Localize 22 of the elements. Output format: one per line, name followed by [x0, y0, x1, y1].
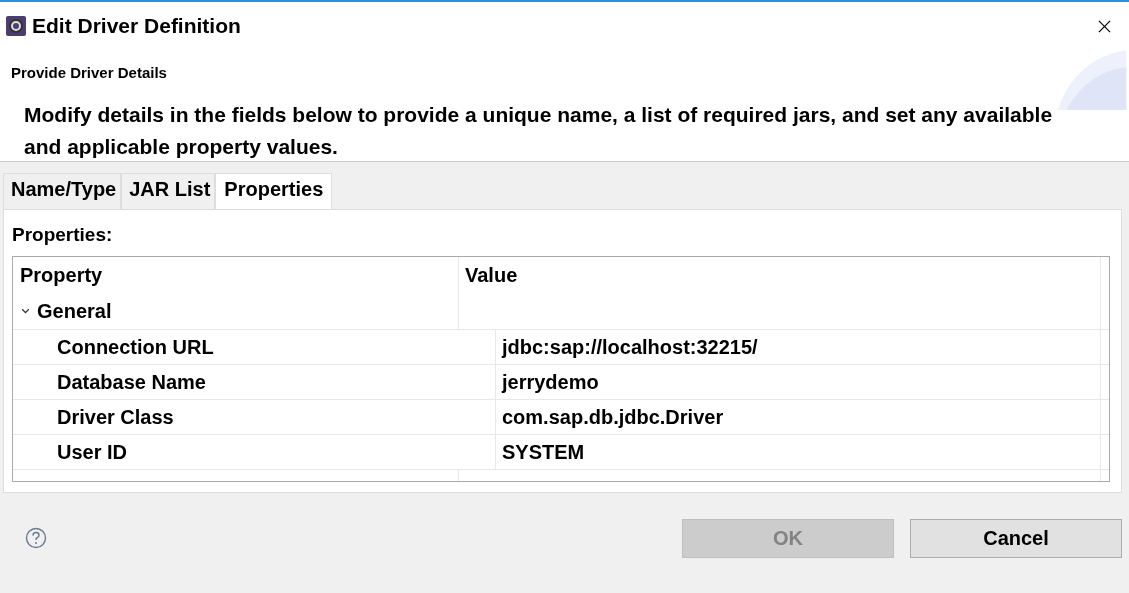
tab[interactable]: Name/Type	[3, 173, 122, 209]
page-description: Modify details in the fields below to provide a unique name, a list of required jars, and set any available and applicable property values.	[24, 102, 1054, 160]
property-name: Database Name	[57, 370, 206, 394]
window-title: Edit Driver Definition	[32, 14, 242, 38]
group-name[interactable]: General	[37, 299, 112, 323]
column-header: Property	[13, 257, 459, 293]
property-value: com.sap.db.jdbc.Driver	[502, 405, 724, 429]
cancel-button[interactable]: Cancel	[910, 518, 1122, 558]
property-value: SYSTEM	[502, 440, 585, 464]
page-title: Provide Driver Details	[11, 64, 168, 81]
close-icon[interactable]	[1098, 19, 1111, 33]
property-name: Driver Class	[57, 405, 174, 429]
property-value: jerrydemo	[502, 370, 599, 394]
column-header: Value	[459, 257, 1101, 293]
properties-label: Properties:	[12, 224, 114, 247]
app-icon	[6, 16, 26, 36]
property-value: jdbc:sap://localhost:32215/	[502, 335, 758, 359]
tab[interactable]: JAR List	[121, 173, 216, 209]
property-name: User ID	[57, 440, 128, 464]
help-icon[interactable]	[25, 527, 47, 549]
tab[interactable]: Properties	[215, 173, 333, 209]
property-name: Connection URL	[57, 335, 214, 359]
